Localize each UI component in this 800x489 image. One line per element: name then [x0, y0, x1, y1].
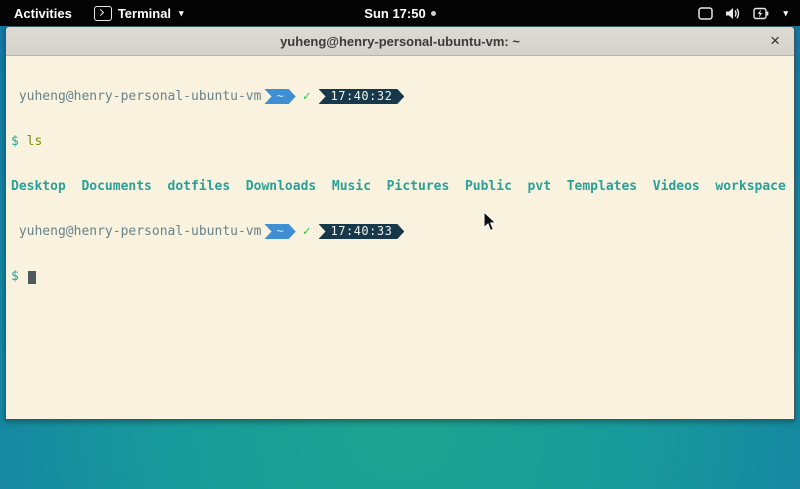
prompt-line-1: yuheng@henry-personal-ubuntu-vm~ ✓ 17:40:3… [11, 89, 794, 104]
cwd-segment: ~ [264, 89, 295, 104]
desktop: { "top_bar": { "activities_label": "Acti… [0, 0, 800, 489]
display-icon [698, 7, 713, 20]
notification-dot-icon [431, 11, 436, 16]
clock-menu[interactable]: Sun 17:50 [364, 6, 435, 21]
cwd-segment: ~ [264, 224, 295, 239]
clock-label: Sun 17:50 [364, 6, 425, 21]
terminal-content[interactable]: yuheng@henry-personal-ubuntu-vm~✓17:40:3… [6, 56, 794, 419]
system-status-area[interactable]: ▾ [698, 7, 800, 20]
prompt-symbol: $ [11, 134, 19, 149]
top-bar-left: Activities Terminal ▾ [0, 6, 184, 21]
system-menu-chevron-icon: ▾ [783, 8, 788, 19]
window-titlebar[interactable]: yuheng@henry-personal-ubuntu-vm: ~ × [6, 27, 794, 56]
app-menu[interactable]: Terminal ▾ [94, 6, 184, 21]
close-icon[interactable]: × [770, 27, 780, 55]
command-line: $ ls [11, 134, 794, 149]
timestamp-segment: 17:40:32 [319, 89, 405, 104]
user-host-text: yuheng@henry-personal-ubuntu-vm [19, 224, 262, 239]
terminal-app-icon [94, 6, 112, 21]
user-host-text: yuheng@henry-personal-ubuntu-vm [19, 89, 262, 104]
chevron-down-icon: ▾ [179, 8, 184, 19]
battery-charging-icon [753, 7, 769, 20]
input-line[interactable]: $ [11, 269, 794, 284]
terminal-window: yuheng@henry-personal-ubuntu-vm: ~ × yuh… [5, 26, 795, 420]
timestamp-segment: 17:40:33 [319, 224, 405, 239]
status-check-icon: ✓ [303, 224, 311, 239]
prompt-symbol: $ [11, 269, 19, 284]
volume-icon [725, 7, 741, 20]
text-cursor [28, 271, 36, 284]
window-title: yuheng@henry-personal-ubuntu-vm: ~ [280, 34, 520, 49]
prompt-line-2: yuheng@henry-personal-ubuntu-vm~ ✓ 17:40:3… [11, 224, 794, 239]
activities-button[interactable]: Activities [10, 6, 76, 21]
status-check-icon: ✓ [303, 89, 311, 104]
ls-output: Desktop Documents dotfiles Downloads Mus… [11, 179, 794, 194]
app-menu-label: Terminal [118, 6, 171, 21]
top-bar: Activities Terminal ▾ Sun 17:50 ▾ [0, 0, 800, 26]
command-text: ls [27, 134, 43, 149]
